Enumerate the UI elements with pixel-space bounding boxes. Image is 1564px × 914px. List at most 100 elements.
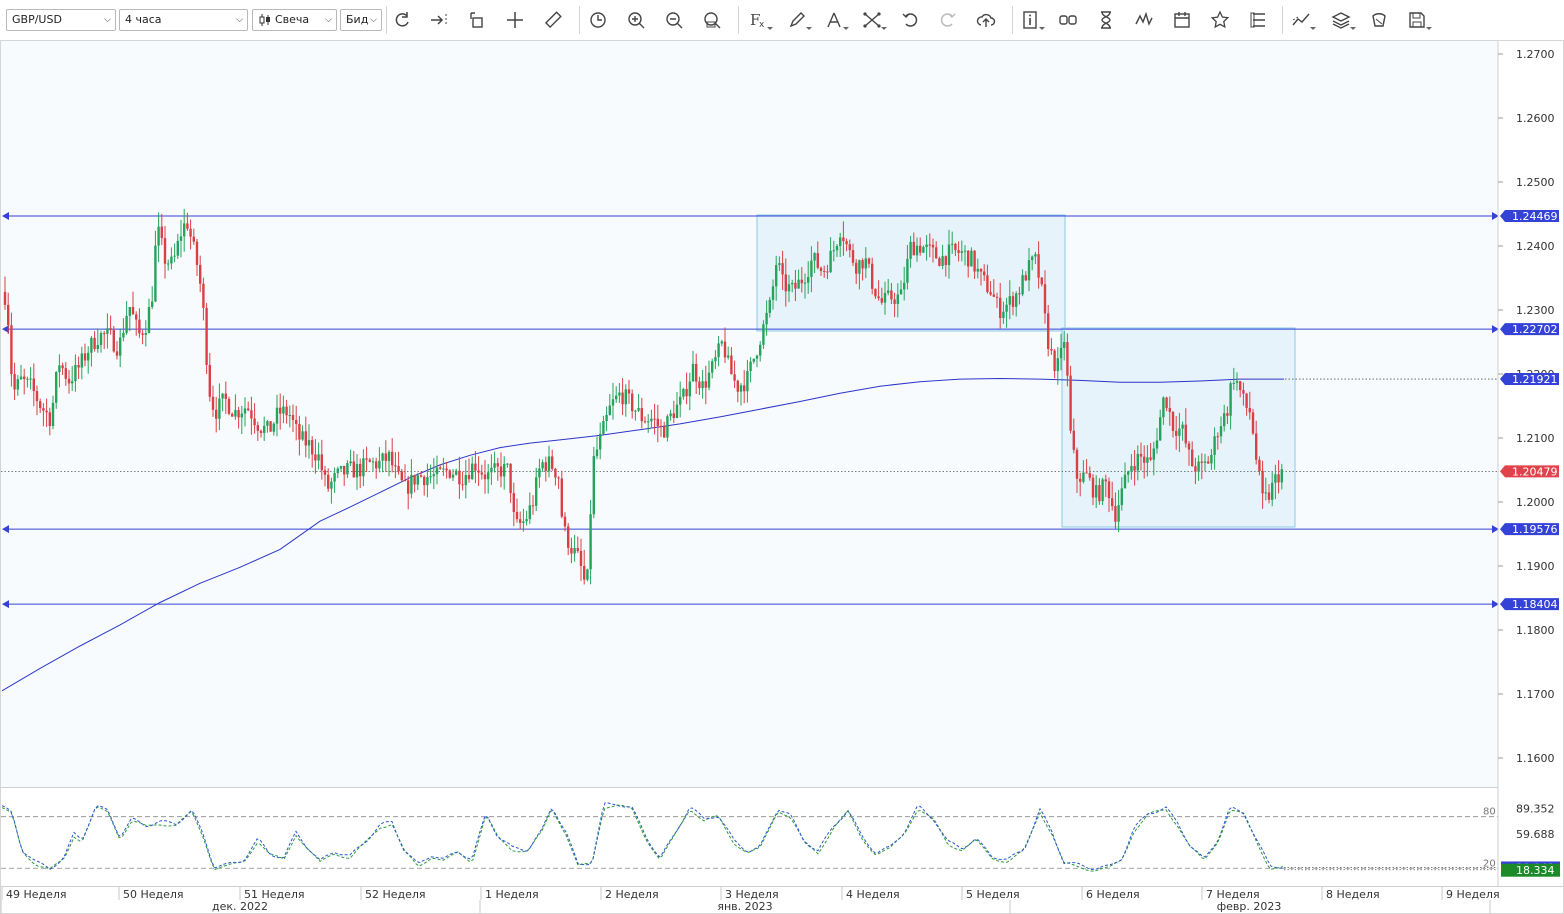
zoom-in-icon — [628, 12, 645, 29]
undo-icon — [902, 13, 918, 27]
week-label: 4 Неделя — [846, 888, 900, 901]
price-tick-label: 1.2700 — [1516, 48, 1555, 61]
trend-button[interactable] — [1288, 8, 1316, 32]
price-tag-level-1[interactable]: 1.24469 — [1500, 209, 1559, 223]
save-icon — [1409, 12, 1425, 28]
price-tick-label: 1.2100 — [1516, 432, 1555, 445]
price-tag-label: 1.24469 — [1512, 210, 1558, 223]
range-box-upper[interactable] — [756, 214, 1066, 332]
price-tick-label: 1.1600 — [1516, 752, 1555, 765]
candle — [1251, 408, 1255, 436]
price-tag-current[interactable]: 1.20479 — [1500, 465, 1559, 478]
week-label: 9 Неделя — [1446, 888, 1500, 901]
price-type-value: Бид — [346, 13, 369, 26]
refresh-icon — [395, 12, 409, 27]
price-tag-label: 1.22702 — [1512, 323, 1558, 336]
price-tag-level-2[interactable]: 1.22702 — [1500, 323, 1559, 336]
upload-button[interactable] — [973, 8, 999, 32]
calendar-button[interactable] — [1169, 8, 1195, 32]
toolbar-separator — [1282, 6, 1283, 34]
ruler-button[interactable] — [540, 8, 566, 32]
week-label: 8 Неделя — [1326, 888, 1380, 901]
candle — [762, 320, 765, 349]
stochastic-k-tag[interactable]: 18.334 — [1501, 863, 1560, 878]
price-tag-ma[interactable]: 1.21921 — [1500, 373, 1559, 386]
indicators-icon: Fx — [750, 11, 765, 30]
week-label: 5 Неделя — [966, 888, 1020, 901]
drawing-tools-button[interactable] — [821, 8, 849, 32]
toolbar-separator — [1012, 6, 1013, 34]
info-button[interactable] — [1017, 8, 1045, 32]
undo-button[interactable] — [897, 8, 923, 32]
price-tag-level-4[interactable]: 1.18404 — [1500, 598, 1559, 611]
calendar-icon — [1174, 12, 1190, 28]
stochastic-tick-label: 89.352 — [1516, 803, 1555, 816]
crosshair-button[interactable] — [502, 8, 528, 32]
layers-icon — [1331, 12, 1351, 29]
dropdown-arrow-icon — [1350, 27, 1356, 30]
chevron-down-icon: ⌵ — [104, 15, 111, 25]
scroll-to-end-icon — [431, 14, 447, 26]
templates-button[interactable] — [1366, 8, 1392, 32]
candlestick-icon — [259, 14, 270, 26]
price-tag-label: 1.19576 — [1512, 523, 1558, 536]
symbol-value: GBP/USD — [12, 13, 62, 26]
ruler-icon — [544, 11, 562, 29]
scroll-to-end-button[interactable] — [426, 8, 452, 32]
price-type-select[interactable]: Бид ⌵ — [340, 9, 382, 31]
timeframe-select[interactable]: 4 часа ⌵ — [119, 9, 248, 31]
trend-icon — [1292, 13, 1310, 26]
chart-area[interactable]: 802089.35259.68820.94318.334 1.27001.260… — [0, 40, 1564, 914]
zoom-fit-button[interactable] — [699, 8, 725, 32]
price-tick-label: 1.2300 — [1516, 304, 1555, 317]
compare-button[interactable] — [1055, 8, 1081, 32]
timeframe-value: 4 часа — [125, 13, 162, 26]
month-label: февр. 2023 — [1217, 900, 1282, 913]
chart-type-select[interactable]: Свеча ⌵ — [252, 9, 337, 31]
zoom-fit-icon — [704, 12, 721, 29]
clock-button[interactable] — [585, 8, 611, 32]
drawing-tools-icon — [827, 12, 841, 28]
symbol-select[interactable]: GBP/USD ⌵ — [6, 9, 116, 31]
patterns-icon — [863, 12, 881, 28]
toolbar-separator — [386, 6, 387, 34]
zoom-in-button[interactable] — [623, 8, 649, 32]
layers-button[interactable] — [1328, 8, 1356, 32]
dropdown-arrow-icon — [1039, 27, 1045, 30]
week-label: 50 Неделя — [123, 888, 184, 901]
zoom-out-button[interactable] — [661, 8, 687, 32]
price-tag-label: 1.18404 — [1512, 598, 1558, 611]
stochastic-pane[interactable] — [1, 789, 1498, 886]
candle — [205, 302, 208, 374]
compare-icon — [1059, 15, 1077, 25]
price-tick-label: 1.2500 — [1516, 176, 1555, 189]
dropdown-arrow-icon — [1310, 27, 1316, 30]
week-label: 52 Неделя — [365, 888, 426, 901]
autoscale-button[interactable] — [464, 8, 490, 32]
candle — [1069, 365, 1072, 434]
toolbar-separator — [579, 6, 580, 34]
dropdown-arrow-icon — [843, 27, 849, 30]
indicators-button[interactable]: Fx — [745, 8, 773, 32]
dropdown-arrow-icon — [1426, 27, 1432, 30]
patterns-button[interactable] — [859, 8, 887, 32]
wave-icon — [1135, 11, 1153, 26]
price-tick-label: 1.1900 — [1516, 560, 1555, 573]
crosshair-icon — [507, 12, 523, 28]
month-label: янв. 2023 — [717, 900, 772, 913]
info-icon — [1023, 11, 1037, 29]
refresh-button[interactable] — [389, 8, 415, 32]
save-button[interactable] — [1404, 8, 1432, 32]
candle — [227, 396, 231, 416]
price-tick-label: 1.2400 — [1516, 240, 1555, 253]
zoom-out-icon — [666, 12, 683, 29]
object-list-button[interactable] — [1245, 8, 1271, 32]
chart-type-value: Свеча — [275, 13, 310, 26]
pencil-button[interactable] — [784, 8, 812, 32]
price-tag-level-3[interactable]: 1.19576 — [1500, 523, 1559, 536]
redo-button[interactable] — [935, 8, 961, 32]
hourglass-button[interactable] — [1093, 8, 1119, 32]
upload-icon — [976, 13, 996, 27]
wave-button[interactable] — [1131, 8, 1157, 32]
star-button[interactable] — [1207, 8, 1233, 32]
